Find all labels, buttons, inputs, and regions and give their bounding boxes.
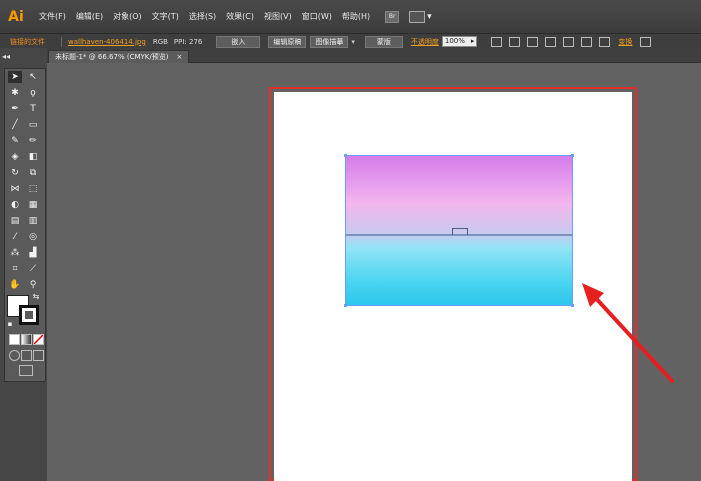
annotation-arrow: [582, 283, 674, 383]
